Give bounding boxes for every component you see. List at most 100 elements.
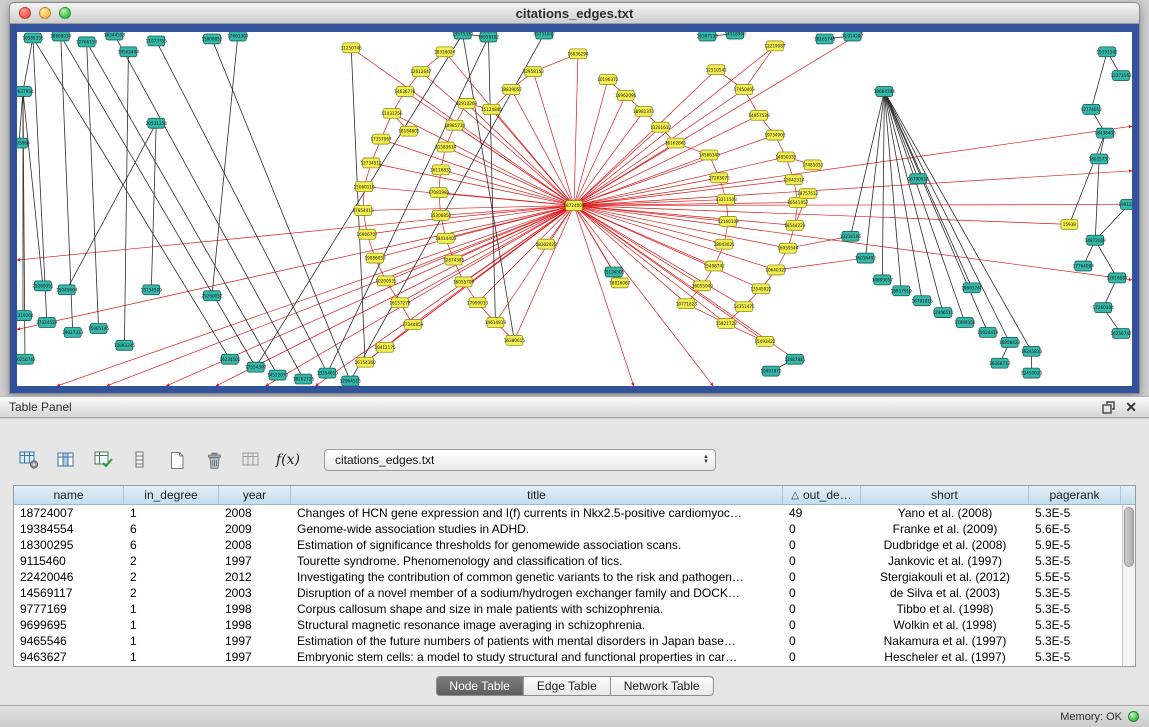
graph-node[interactable]: 16157278 [389, 298, 411, 308]
graph-node[interactable]: 11914297 [842, 32, 864, 41]
graph-node[interactable]: 16959544 [777, 243, 799, 253]
minimize-window-button[interactable] [39, 7, 51, 19]
graph-node[interactable]: 11073755 [146, 36, 168, 46]
graph-node[interactable]: 17663309 [227, 32, 249, 41]
graph-node[interactable]: 16344558 [104, 32, 126, 40]
graph-node[interactable]: 17999013 [467, 298, 489, 308]
graph-edge[interactable] [884, 91, 972, 287]
graph-edge[interactable] [511, 90, 574, 206]
graph-node[interactable]: 16380615 [504, 335, 526, 345]
graph-edge[interactable] [574, 54, 578, 206]
function-builder-icon[interactable]: f(x) [273, 446, 303, 474]
graph-node[interactable]: 15821728 [716, 319, 738, 329]
graph-node[interactable]: 12373563 [1110, 71, 1132, 81]
graph-node[interactable]: 14895057 [872, 275, 894, 285]
graph-node[interactable]: 14614819 [485, 318, 507, 328]
table-row[interactable]: 946554611997Estimation of the future num… [14, 633, 1122, 649]
graph-node[interactable]: 15905145 [88, 324, 110, 334]
graph-node[interactable]: 18839057 [501, 85, 523, 95]
graph-node[interactable]: 19245813 [1021, 346, 1043, 356]
column-header-short[interactable]: short [861, 486, 1029, 504]
table-row[interactable]: 1456911722003Disruption of a novel membe… [14, 585, 1122, 601]
graph-node[interactable]: 12612647 [410, 67, 432, 77]
graph-node[interactable]: 20531354 [146, 118, 168, 128]
graph-edge[interactable] [114, 35, 303, 379]
graph-node[interactable]: 18414403 [435, 233, 457, 243]
graph-edge[interactable] [882, 91, 884, 279]
network-canvas[interactable]: 1872400718316024126126471463677811431756… [17, 32, 1132, 386]
table-row[interactable]: 2242004622012Investigating the contribut… [14, 569, 1122, 585]
graph-node[interactable]: 15306850 [430, 210, 452, 220]
graph-edge[interactable] [574, 206, 1069, 225]
graph-node[interactable]: 17450403 [733, 85, 755, 95]
graph-node[interactable]: 18981373 [633, 106, 655, 116]
graph-node[interactable]: 13575330 [452, 32, 474, 39]
graph-edge[interactable] [33, 38, 47, 323]
graph-node[interactable]: 12910269 [456, 98, 478, 108]
graph-edge[interactable] [884, 91, 987, 332]
graph-node[interactable]: 10997870 [760, 366, 782, 376]
graph-node[interactable]: 11431756 [381, 108, 403, 118]
graph-node[interactable]: 14872009 [1085, 235, 1107, 245]
graph-node[interactable]: 17357067 [370, 134, 392, 144]
import-table-icon[interactable] [236, 446, 266, 474]
graph-node[interactable]: 16368710 [989, 358, 1011, 368]
graph-edge[interactable] [884, 91, 943, 312]
graph-edge[interactable] [776, 258, 866, 270]
tab-edge-table[interactable]: Edge Table [524, 676, 611, 696]
window-titlebar[interactable]: citations_edges.txt [10, 3, 1139, 24]
graph-edge[interactable] [574, 126, 1132, 205]
graph-edge[interactable] [884, 91, 1009, 342]
graph-edge[interactable] [574, 70, 716, 206]
graph-edge[interactable] [455, 125, 574, 205]
tab-node-table[interactable]: Node Table [435, 676, 524, 696]
graph-node[interactable]: 19412175 [374, 342, 396, 352]
row-tools-icon[interactable] [125, 446, 155, 474]
graph-node[interactable]: 15191542 [1097, 47, 1119, 57]
graph-node[interactable]: 14566348 [699, 150, 721, 160]
graph-edge[interactable] [421, 72, 574, 206]
graph-node[interactable]: 92774013 [1081, 104, 1103, 114]
graph-edge[interactable] [574, 180, 794, 206]
graph-edge[interactable] [574, 206, 795, 226]
graph-node[interactable]: 16154360 [355, 357, 377, 367]
graph-node[interactable]: 12219087 [764, 41, 786, 51]
graph-node[interactable]: 18724007 [563, 201, 585, 211]
graph-edge[interactable] [574, 206, 634, 386]
graph-edge[interactable] [744, 46, 775, 90]
float-panel-icon[interactable] [1102, 401, 1115, 414]
graph-edge[interactable] [23, 38, 33, 92]
graph-node[interactable]: 16055709 [453, 277, 475, 287]
table-selector-dropdown[interactable]: citations_edges.txt ▲▼ [324, 449, 716, 471]
graph-node[interactable]: 10771823 [676, 299, 698, 309]
graph-node[interactable]: 17485053 [802, 160, 824, 170]
graph-edge[interactable] [61, 36, 256, 367]
graph-node[interactable]: 13354610 [317, 368, 339, 378]
graph-edge[interactable] [156, 41, 327, 373]
graph-node[interactable]: 18302022 [536, 239, 558, 249]
graph-node[interactable]: 16162845 [665, 138, 687, 148]
column-header-out_de[interactable]: △out_de… [783, 486, 861, 504]
graph-node[interactable]: 14857539 [748, 110, 770, 120]
graph-node[interactable]: 13201617 [650, 122, 672, 132]
graph-node[interactable]: 17081983 [428, 188, 450, 198]
table-row[interactable]: 1830029562008Estimation of significance … [14, 537, 1122, 553]
graph-node[interactable]: 16962096 [615, 91, 637, 101]
graph-node[interactable]: 18816067 [609, 278, 631, 288]
show-column-icon[interactable] [51, 446, 81, 474]
table-row[interactable]: 1872400712008Changes of HCN gene express… [14, 505, 1122, 521]
graph-edge[interactable] [574, 127, 661, 205]
close-window-button[interactable] [19, 7, 31, 19]
graph-edge[interactable] [23, 91, 43, 285]
graph-edge[interactable] [87, 42, 99, 329]
graph-node[interactable]: 18668039 [50, 32, 72, 41]
graph-edge[interactable] [574, 90, 744, 206]
graph-node[interactable]: 16790912 [908, 174, 930, 184]
graph-node[interactable]: 85731042 [534, 32, 556, 39]
graph-node[interactable]: 15134509 [141, 285, 163, 295]
graph-node[interactable]: 16636294 [567, 49, 589, 59]
graph-edge[interactable] [574, 178, 719, 206]
graph-node[interactable]: 17344859 [402, 320, 424, 330]
graph-node[interactable]: 14850333 [775, 152, 797, 162]
graph-edge[interactable] [574, 206, 776, 270]
